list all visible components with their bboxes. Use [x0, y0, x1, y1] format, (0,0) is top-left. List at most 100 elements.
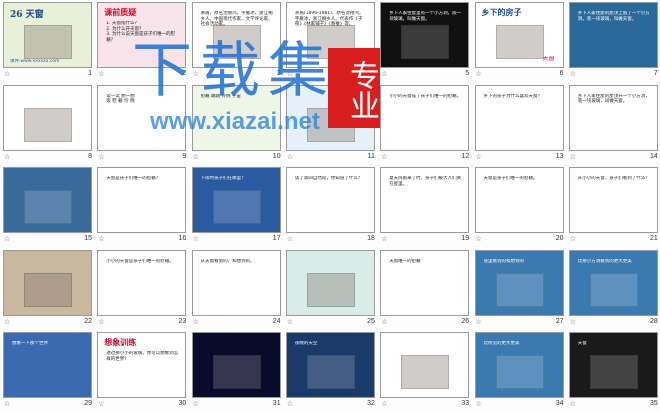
slide-thumbnail[interactable]: 乡下的房子 天窗 [474, 2, 564, 68]
slide-thumbnail-cell[interactable]: ☆ 15 [1, 167, 95, 250]
slide-thumbnail-cell[interactable]: 从小小的天窗，孩子们看到了什么？ ☆ 21 [567, 167, 660, 250]
slide-number: 3 [276, 70, 281, 77]
slide-thumbnail[interactable]: 想象训练 透过那小小的玻璃，你可以想象到怎样的世界？ [97, 332, 187, 398]
slide-thumbnail-cell[interactable]: 乡下人家住屋的屋顶上留了一个小方洞，装一块玻璃，叫做天窗。 ☆ 7 [567, 2, 660, 85]
slide-thumbnail-cell[interactable]: 天窗是孩子们唯一的慰藉。 ☆ 20 [473, 167, 567, 250]
slide-thumbnail[interactable]: 夜里看到的和想到的 [474, 249, 564, 316]
slide-body-text: 天窗唯一的慰藉 [389, 258, 421, 264]
slide-body-text: 天窗是孩子们唯一的慰藉？ [106, 176, 161, 181]
slide-thumbnail-cell[interactable]: 比所见的更大更美 ☆ 34 [473, 332, 567, 415]
slide-thumbnail[interactable] [191, 332, 281, 398]
slide-thumbnail-cell[interactable]: 乡下的房子 天窗 ☆ 6 [473, 2, 567, 85]
slide-thumbnail-cell[interactable]: 下雨时孩子们在哪里？ ☆ 17 [190, 167, 284, 250]
slide-thumbnail[interactable] [3, 167, 92, 233]
slide-thumbnail[interactable]: 读了第四自然段，你知道了什么？ [285, 167, 375, 233]
slide-thumbnail[interactable]: 夜晚的天空 [285, 332, 375, 398]
slide-thumbnail[interactable]: 茅盾，原名沈德鸿，字雁冰，浙江桐乡人。中国现代作家、文学评论家、社会活动家。 [191, 2, 281, 68]
slide-picture [495, 272, 544, 307]
transition-icon: ☆ [569, 400, 577, 408]
slide-number: 26 [461, 317, 470, 325]
transition-icon: ☆ [4, 400, 11, 408]
transition-icon: ☆ [475, 152, 482, 161]
transition-icon: ☆ [286, 317, 294, 326]
slide-thumbnail[interactable]: 比那小方洞看到的更大更美 [568, 249, 658, 316]
slide-picture [24, 107, 72, 142]
transition-icon: ☆ [569, 235, 577, 243]
slide-thumbnail-cell[interactable]: ☆ 22 [1, 249, 95, 333]
slide-picture [212, 25, 261, 59]
slide-thumbnail[interactable]: 乡下人家住屋里有一个小方洞，嵌一块玻璃，叫做天窗。 [380, 2, 470, 68]
slide-number: 11 [367, 152, 375, 160]
slide-thumbnail-cell[interactable]: 乡下人家住屋的屋顶开一个小方洞，装一块玻璃，叫做天窗。 ☆ 14 [567, 84, 660, 168]
slide-body-text: 从天窗看到的，和想到的。 [200, 258, 255, 264]
transition-icon: ☆ [569, 152, 577, 161]
slide-thumbnail-cell[interactable]: 天窗唯一的慰藉 ☆ 26 [378, 249, 472, 333]
slide-thumbnail[interactable] [3, 249, 92, 316]
slide-thumbnail-cell[interactable]: ☆ 11 [284, 84, 378, 168]
slide-thumbnail-cell[interactable]: ☆ 8 [1, 84, 95, 168]
slide-thumbnail-cell[interactable]: ☆ 33 [378, 332, 472, 415]
slide-number: 9 [182, 152, 187, 160]
transition-icon: ☆ [98, 317, 105, 326]
slide-thumbnail-cell[interactable]: 夜里看到的和想到的 ☆ 27 [473, 249, 567, 333]
slide-thumbnail[interactable]: 天窗 [568, 332, 658, 398]
slide-thumbnail[interactable]: 想象一下那个世界 [3, 332, 92, 398]
slide-thumbnail[interactable] [3, 84, 92, 151]
slide-thumbnail[interactable]: 从天窗看到的，和想到的。 [191, 249, 281, 316]
slide-thumbnail-cell[interactable]: 慰藉 踢踏 伶俐 宇宙 ☆ 10 [190, 84, 284, 168]
slide-thumbnail-cell[interactable]: 乡下人家住屋里有一个小方洞，嵌一块玻璃，叫做天窗。 ☆ 5 [378, 2, 472, 85]
slide-thumbnail[interactable]: 课前质疑 1. 天窗指什么? 2. 为什么开天窗? 3. 为什么说天窗是孩子们唯一… [97, 2, 187, 68]
slide-thumbnail[interactable] [285, 84, 375, 151]
slide-thumbnail[interactable]: 乡下人家住屋的屋顶开一个小方洞，装一块玻璃，叫做天窗。 [568, 84, 658, 151]
slide-thumbnail-cell[interactable]: 从天窗看到的，和想到的。 ☆ 24 [190, 249, 284, 333]
slide-thumbnail-cell[interactable]: 天窗是孩子们唯一的慰藉？ ☆ 16 [95, 167, 189, 250]
slide-thumbnail-cell[interactable]: 天窗 ☆ 35 [567, 332, 660, 415]
transition-icon: ☆ [192, 152, 199, 161]
slide-number: 8 [88, 152, 92, 160]
slide-thumbnail[interactable]: 下雨时孩子们在哪里？ [191, 167, 281, 233]
slide-thumbnail[interactable]: 天窗是孩子们唯一的慰藉。 [474, 167, 564, 233]
transition-icon: ☆ [98, 400, 105, 408]
slide-thumbnail-cell[interactable]: 小小的天窗成了孩子们唯一的慰藉。 ☆ 12 [378, 84, 472, 168]
slide-number: 24 [272, 317, 281, 325]
slide-thumbnail-cell[interactable]: 乡下的孩子为什么喜欢天窗？ ☆ 13 [473, 84, 567, 168]
slide-thumbnail-cell[interactable]: 茅盾，原名沈德鸿，字雁冰，浙江桐乡人。中国现代作家、文学评论家、社会活动家。 ☆ 3 [190, 2, 284, 85]
slide-thumbnail-cell[interactable]: 想象一下那个世界 ☆ 29 [1, 332, 95, 415]
slide-thumbnail-cell[interactable]: 比那小方洞看到的更大更美 ☆ 28 [567, 249, 660, 333]
slide-picture [306, 25, 355, 59]
slide-thumbnail[interactable] [285, 249, 375, 316]
slide-number: 13 [555, 152, 564, 160]
slide-body-text: 乡下人家住屋的屋顶上留了一个小方洞，装一块玻璃，叫做天窗。 [577, 11, 650, 22]
slide-thumbnail[interactable]: 天窗是孩子们唯一的慰藉？ [97, 167, 187, 233]
slide-thumbnail-cell[interactable]: ☆ 25 [284, 249, 378, 333]
slide-thumbnail-cell[interactable]: 夜晚的天空 ☆ 32 [284, 332, 378, 415]
slide-thumbnail[interactable]: 小小的天窗成了孩子们唯一的慰藉。 [380, 84, 470, 151]
slide-thumbnail[interactable]: 小小的天窗是孩子们唯一的慰藉。 [97, 249, 187, 316]
slide-thumbnail[interactable]: 读一读 想一想 嵌 慰 藉 伶 俐 [97, 84, 187, 151]
slide-thumbnail[interactable]: 夏天阵雨来了时，孩子们被大人们关在屋里。 [380, 167, 470, 233]
slide-thumbnail[interactable]: 26 天窗 课件·www.xxxxxx.com [3, 2, 92, 68]
slide-thumbnail-cell[interactable]: ☆ 31 [190, 332, 284, 415]
slide-body-text: 乡下的孩子为什么喜欢天窗？ [483, 93, 543, 99]
slide-thumbnail-cell[interactable]: 课前质疑 1. 天窗指什么? 2. 为什么开天窗? 3. 为什么说天窗是孩子们唯一… [95, 2, 189, 85]
slide-number: 32 [367, 400, 375, 407]
slide-thumbnail-cell[interactable]: 想象训练 透过那小小的玻璃，你可以想象到怎样的世界？ ☆ 30 [95, 332, 189, 415]
slide-number: 35 [650, 400, 658, 407]
slide-thumbnail-cell[interactable]: 夏天阵雨来了时，孩子们被大人们关在屋里。 ☆ 19 [378, 167, 472, 250]
slide-thumbnail[interactable]: 比所见的更大更美 [474, 332, 564, 398]
slide-thumbnail-cell[interactable]: 读一读 想一想 嵌 慰 藉 伶 俐 ☆ 9 [95, 84, 189, 168]
slide-thumbnail[interactable]: 乡下的孩子为什么喜欢天窗？ [474, 84, 564, 151]
slide-thumbnail-cell[interactable]: 26 天窗 课件·www.xxxxxx.com ☆ 1 [1, 2, 95, 85]
transition-icon: ☆ [381, 317, 388, 326]
slide-thumbnail[interactable]: 从小小的天窗，孩子们看到了什么？ [568, 167, 658, 233]
slide-thumbnail[interactable]: 茅盾(1896-1981)，原名沈德鸿，字雁冰，浙江桐乡人。代表作《子夜》《林家… [285, 2, 375, 68]
slide-thumbnail-cell[interactable]: 小小的天窗是孩子们唯一的慰藉。 ☆ 23 [95, 249, 189, 333]
slide-thumbnail-cell[interactable]: 茅盾(1896-1981)，原名沈德鸿，字雁冰，浙江桐乡人。代表作《子夜》《林家… [284, 2, 378, 85]
slide-picture [495, 355, 544, 389]
slide-thumbnail-cell[interactable]: 读了第四自然段，你知道了什么？ ☆ 18 [284, 167, 378, 250]
slide-picture [24, 25, 72, 59]
slide-thumbnail[interactable]: 慰藉 踢踏 伶俐 宇宙 [191, 84, 281, 151]
slide-thumbnail[interactable]: 天窗唯一的慰藉 [380, 249, 470, 316]
slide-thumbnail[interactable]: 乡下人家住屋的屋顶上留了一个小方洞，装一块玻璃，叫做天窗。 [568, 2, 658, 68]
slide-thumbnail[interactable] [380, 332, 470, 398]
